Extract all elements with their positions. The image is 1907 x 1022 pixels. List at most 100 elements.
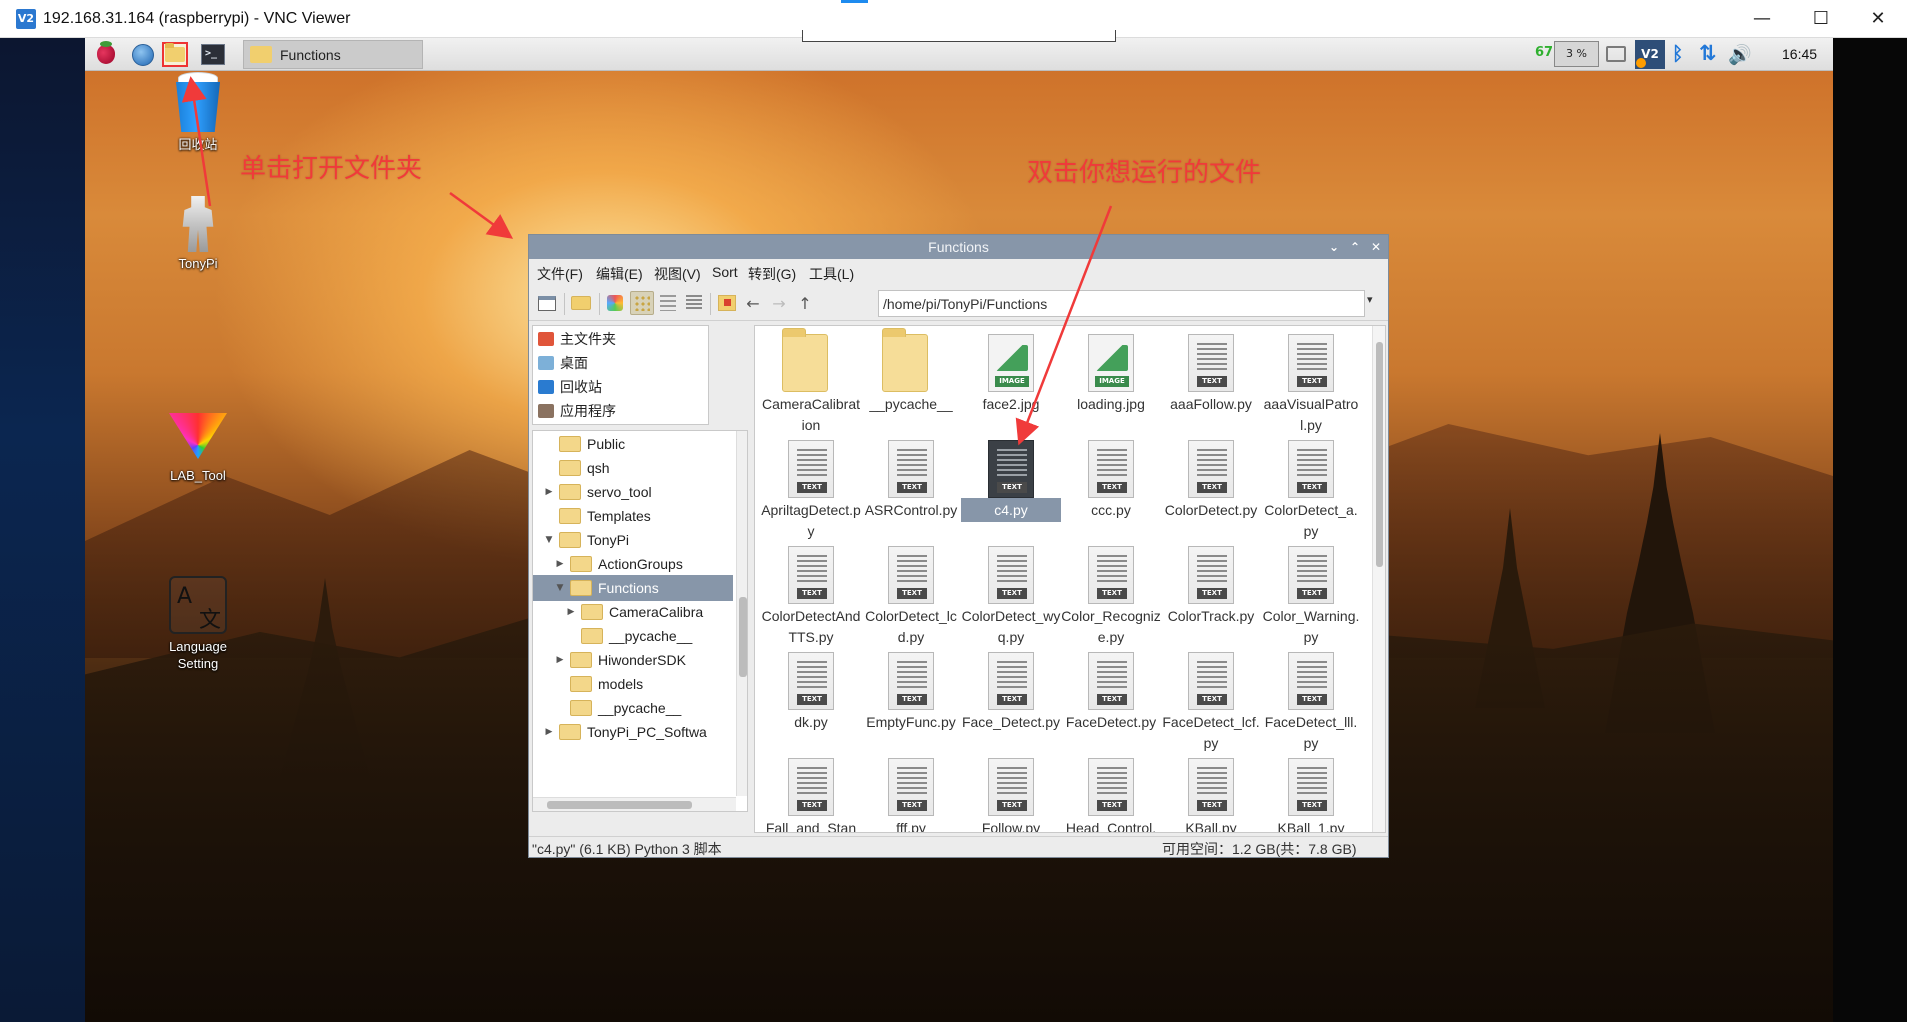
- file-item[interactable]: aaaVisualPatrol.py: [1261, 328, 1361, 433]
- scrollbar-thumb[interactable]: [547, 801, 692, 809]
- compact-view-icon[interactable]: [656, 291, 680, 315]
- file-item[interactable]: c4.py: [961, 434, 1061, 539]
- keyboard-icon[interactable]: [1606, 46, 1626, 62]
- file-item[interactable]: FaceDetect.py: [1061, 646, 1161, 751]
- home-icon[interactable]: [715, 291, 739, 315]
- tree-item[interactable]: ▼ Functions: [533, 575, 733, 601]
- file-item[interactable]: ColorDetect.py: [1161, 434, 1261, 539]
- file-item[interactable]: ccc.py: [1061, 434, 1161, 539]
- icon-view-icon[interactable]: [630, 291, 654, 315]
- close-button[interactable]: ✕: [1849, 0, 1907, 38]
- terminal-icon[interactable]: >_: [200, 42, 226, 67]
- file-item[interactable]: dk.py: [761, 646, 861, 751]
- folder-item[interactable]: __pycache__: [861, 328, 961, 433]
- path-history-dropdown-icon[interactable]: ▾: [1367, 293, 1373, 306]
- file-manager-icon[interactable]: [162, 42, 188, 67]
- tree-item[interactable]: ▶ CameraCalibra: [533, 599, 733, 625]
- thumbnail-view-icon[interactable]: [603, 291, 627, 315]
- tree-item[interactable]: Public: [533, 431, 733, 457]
- tree-item[interactable]: ▶ HiwonderSDK: [533, 647, 733, 673]
- file-item[interactable]: Follow.py: [961, 752, 1061, 832]
- file-item[interactable]: FaceDetect_lcf.py: [1161, 646, 1261, 751]
- folder-item[interactable]: CameraCalibration: [761, 328, 861, 433]
- menu-edit[interactable]: 编辑(E): [596, 264, 643, 284]
- clock[interactable]: 16:45: [1782, 46, 1817, 62]
- new-window-icon[interactable]: [535, 291, 559, 315]
- tree-item[interactable]: qsh: [533, 455, 733, 481]
- desktop-language-setting[interactable]: A 文 Language Setting: [148, 576, 248, 672]
- volume-icon[interactable]: 🔊: [1728, 43, 1752, 66]
- file-item[interactable]: Face_Detect.py: [961, 646, 1061, 751]
- file-manager-titlebar[interactable]: Functions ⌄ ⌃ ✕: [529, 235, 1388, 259]
- scrollbar-thumb[interactable]: [739, 597, 747, 677]
- cpu-usage-monitor[interactable]: 3 %: [1554, 41, 1599, 67]
- menu-view[interactable]: 视图(V): [654, 264, 701, 284]
- scrollbar-thumb[interactable]: [1376, 342, 1383, 567]
- tree-item[interactable]: ▶ servo_tool: [533, 479, 733, 505]
- taskbar-window-button[interactable]: Functions: [243, 40, 423, 69]
- file-item[interactable]: ColorDetect_a.py: [1261, 434, 1361, 539]
- path-input[interactable]: /home/pi/TonyPi/Functions: [878, 290, 1365, 317]
- file-item[interactable]: Color_Warning.py: [1261, 540, 1361, 645]
- tree-item[interactable]: ▼ TonyPi: [533, 527, 733, 553]
- file-item[interactable]: loading.jpg: [1061, 328, 1161, 433]
- file-item[interactable]: FaceDetect_lll.py: [1261, 646, 1361, 751]
- desktop-lab-tool[interactable]: LAB_Tool: [148, 413, 248, 484]
- file-item[interactable]: EmptyFunc.py: [861, 646, 961, 751]
- expand-arrow-icon[interactable]: ▶: [544, 727, 554, 737]
- file-manager-window[interactable]: Functions ⌄ ⌃ ✕ 文件(F) 编辑(E) 视图(V) Sort 转…: [528, 234, 1389, 858]
- vnc-toolbar-indicator[interactable]: [841, 0, 868, 3]
- file-item[interactable]: ColorTrack.py: [1161, 540, 1261, 645]
- place-desktop[interactable]: 桌面: [538, 352, 588, 374]
- menu-tools[interactable]: 工具(L): [809, 264, 854, 284]
- file-item[interactable]: KBall_1.py: [1261, 752, 1361, 832]
- tree-item[interactable]: models: [533, 671, 733, 697]
- window-minimize-button[interactable]: ⌄: [1325, 238, 1343, 256]
- tree-item[interactable]: __pycache__: [533, 695, 733, 721]
- desktop-tonypi[interactable]: TonyPi: [148, 196, 248, 272]
- file-item[interactable]: ApriltagDetect.py: [761, 434, 861, 539]
- window-maximize-button[interactable]: ⌃: [1346, 238, 1364, 256]
- place-home[interactable]: 主文件夹: [538, 328, 616, 350]
- file-item[interactable]: ColorDetect_lcd.py: [861, 540, 961, 645]
- back-icon[interactable]: ←: [741, 291, 765, 315]
- vnc-server-icon[interactable]: V2: [1635, 40, 1665, 69]
- expand-arrow-icon[interactable]: ▶: [566, 607, 576, 617]
- web-browser-icon[interactable]: [130, 42, 156, 67]
- place-applications[interactable]: 应用程序: [538, 400, 616, 422]
- collapse-arrow-icon[interactable]: ▼: [555, 583, 565, 593]
- place-trash[interactable]: 回收站: [538, 376, 602, 398]
- file-item[interactable]: ASRControl.py: [861, 434, 961, 539]
- raspberry-menu-icon[interactable]: [93, 41, 119, 67]
- network-icon[interactable]: ⇅: [1699, 41, 1717, 65]
- new-folder-icon[interactable]: [569, 291, 593, 315]
- expand-arrow-icon[interactable]: ▶: [555, 655, 565, 665]
- desktop-trash[interactable]: 回收站: [148, 72, 248, 153]
- minimize-button[interactable]: —: [1733, 0, 1791, 38]
- file-item[interactable]: ColorDetectAndTTS.py: [761, 540, 861, 645]
- bluetooth-icon[interactable]: ᛒ: [1672, 43, 1683, 65]
- expand-arrow-icon[interactable]: ▶: [555, 559, 565, 569]
- menu-go[interactable]: 转到(G): [748, 264, 796, 284]
- file-item[interactable]: face2.jpg: [961, 328, 1061, 433]
- file-grid[interactable]: CameraCalibration __pycache__ face2.jpg loa…: [754, 325, 1386, 833]
- tree-vertical-scrollbar[interactable]: [736, 431, 747, 796]
- file-item[interactable]: KBall.py: [1161, 752, 1261, 832]
- menu-file[interactable]: 文件(F): [537, 264, 583, 284]
- maximize-button[interactable]: ☐: [1792, 0, 1850, 38]
- vnc-toolbar-handle[interactable]: [802, 30, 1116, 42]
- detailed-list-view-icon[interactable]: [682, 291, 706, 315]
- file-item[interactable]: Fall_and_Stan: [761, 752, 861, 832]
- tree-item[interactable]: ▶ ActionGroups: [533, 551, 733, 577]
- menu-sort[interactable]: Sort: [712, 264, 738, 280]
- file-item[interactable]: aaaFollow.py: [1161, 328, 1261, 433]
- expand-arrow-icon[interactable]: ▶: [544, 487, 554, 497]
- remote-desktop[interactable]: >_ Functions 67 3 % V2 ᛒ ⇅ 🔊 16:45 回收站 T…: [85, 38, 1833, 1022]
- file-item[interactable]: ColorDetect_wyq.py: [961, 540, 1061, 645]
- tree-item[interactable]: ▶ TonyPi_PC_Softwa: [533, 719, 733, 745]
- parent-folder-icon[interactable]: ↑: [793, 291, 817, 315]
- forward-icon[interactable]: →: [767, 291, 791, 315]
- file-item[interactable]: Head_Control.: [1061, 752, 1161, 832]
- collapse-arrow-icon[interactable]: ▼: [544, 535, 554, 545]
- file-item[interactable]: fff.py: [861, 752, 961, 832]
